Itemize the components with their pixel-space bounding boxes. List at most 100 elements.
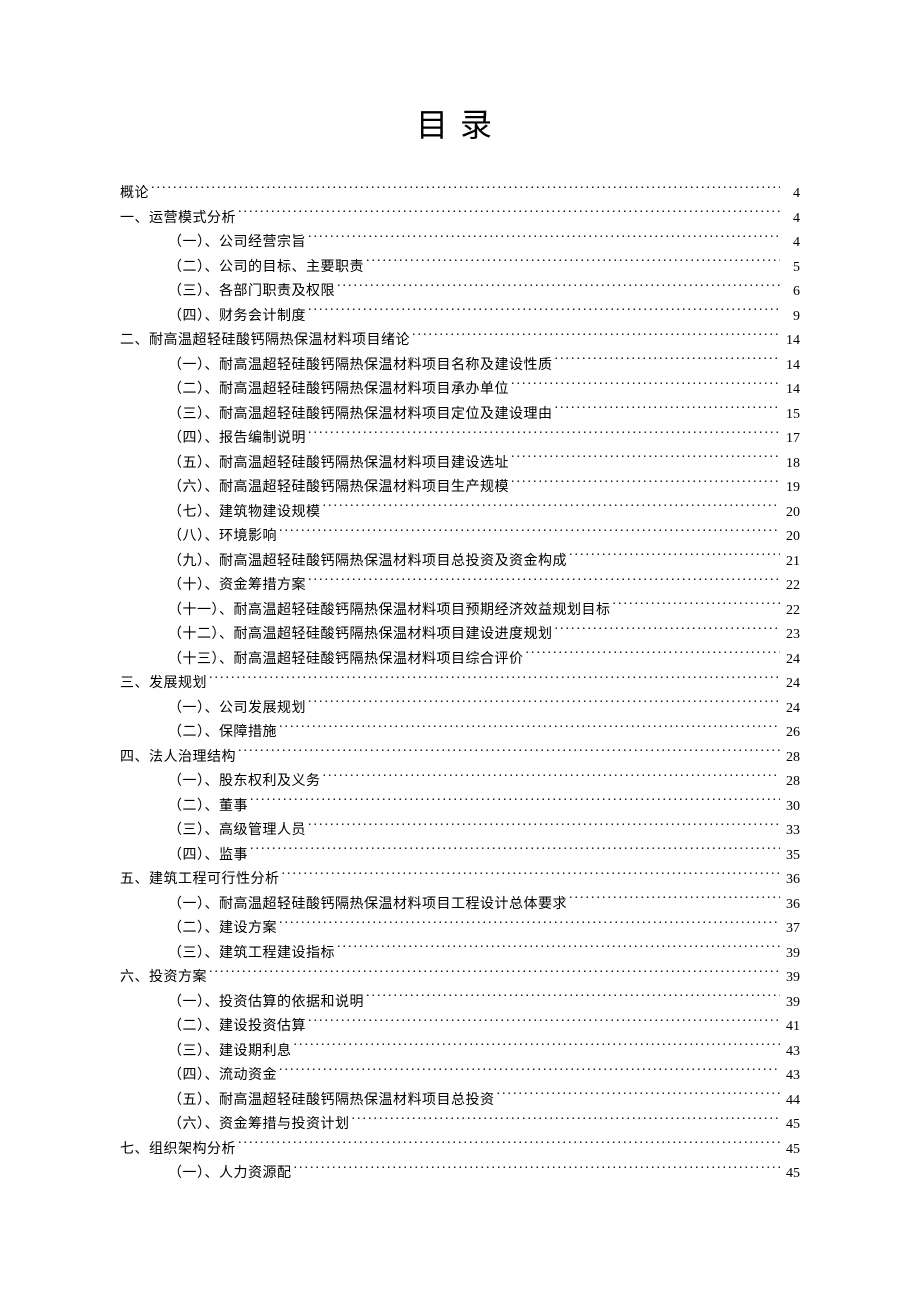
toc-entry-page: 5 — [780, 256, 800, 281]
toc-entry-page: 14 — [780, 378, 800, 403]
toc-entry-label: （四）、报告编制说明 — [168, 427, 306, 452]
toc-entry-label: （一）、耐高温超轻硅酸钙隔热保温材料项目名称及建设性质 — [168, 354, 553, 379]
toc-entry: （七）、建筑物建设规模20 — [120, 501, 800, 526]
toc-entry-label: （十）、资金筹措方案 — [168, 574, 306, 599]
toc-leader-dots — [321, 502, 781, 516]
toc-entry-page: 39 — [780, 991, 800, 1016]
toc-entry-page: 4 — [780, 207, 800, 232]
toc-entry-page: 14 — [780, 329, 800, 354]
toc-entry-label: （二）、建设方案 — [168, 917, 277, 942]
toc-entry-page: 36 — [780, 893, 800, 918]
toc-entry-label: （三）、建设期利息 — [168, 1040, 292, 1065]
toc-leader-dots — [410, 330, 780, 344]
toc-entry-label: （二）、公司的目标、主要职责 — [168, 256, 364, 281]
toc-entry: （三）、高级管理人员 33 — [120, 819, 800, 844]
toc-entry-page: 39 — [780, 942, 800, 967]
toc-entry-label: （五）、耐高温超轻硅酸钙隔热保温材料项目总投资 — [168, 1089, 495, 1114]
toc-entry: （二）、建设方案37 — [120, 917, 800, 942]
toc-entry-page: 22 — [780, 599, 800, 624]
toc-entry-label: （一）、耐高温超轻硅酸钙隔热保温材料项目工程设计总体要求 — [168, 893, 567, 918]
toc-entry-page: 20 — [780, 525, 800, 550]
toc-entry-page: 4 — [780, 182, 800, 207]
toc-leader-dots — [277, 918, 780, 932]
toc-entry-page: 20 — [780, 501, 800, 526]
toc-entry-label: （二）、董事 — [168, 795, 248, 820]
toc-entry-label: 五、建筑工程可行性分析 — [120, 868, 280, 893]
toc-leader-dots — [350, 1114, 781, 1128]
toc-entry: （一）、耐高温超轻硅酸钙隔热保温材料项目名称及建设性质 14 — [120, 354, 800, 379]
toc-entry-label: （三）、耐高温超轻硅酸钙隔热保温材料项目定位及建设理由 — [168, 403, 553, 428]
toc-entry-page: 43 — [780, 1064, 800, 1089]
toc-entry-label: （一）、公司发展规划 — [168, 697, 306, 722]
toc-leader-dots — [306, 698, 780, 712]
toc-entry-page: 9 — [780, 305, 800, 330]
toc-title: 目录 — [120, 100, 800, 146]
toc-entry: （一）、投资估算的依据和说明 39 — [120, 991, 800, 1016]
toc-entry-label: （九）、耐高温超轻硅酸钙隔热保温材料项目总投资及资金构成 — [168, 550, 567, 575]
toc-entry: （十一）、耐高温超轻硅酸钙隔热保温材料项目预期经济效益规划目标 22 — [120, 599, 800, 624]
toc-entry-label: （六）、资金筹措与投资计划 — [168, 1113, 350, 1138]
toc-entry-page: 14 — [780, 354, 800, 379]
toc-entry-page: 6 — [780, 280, 800, 305]
toc-entry: （二）、耐高温超轻硅酸钙隔热保温材料项目承办单位 14 — [120, 378, 800, 403]
toc-entry: （一）、公司发展规划 24 — [120, 697, 800, 722]
toc-entry: （三）、建设期利息 43 — [120, 1040, 800, 1065]
toc-leader-dots — [553, 404, 781, 418]
toc-entry-label: 三、发展规划 — [120, 672, 207, 697]
toc-leader-dots — [364, 992, 780, 1006]
toc-leader-dots — [306, 232, 780, 246]
table-of-contents: 概论4一、运营模式分析4（一）、公司经营宗旨 4 （二）、公司的目标、主要职责 5 （三… — [120, 182, 800, 1187]
toc-leader-dots — [236, 208, 780, 222]
toc-leader-dots — [321, 771, 781, 785]
toc-leader-dots — [306, 428, 780, 442]
toc-leader-dots — [306, 1016, 780, 1030]
toc-entry-page: 45 — [780, 1138, 800, 1163]
toc-entry-page: 41 — [780, 1015, 800, 1040]
toc-entry-page: 17 — [780, 427, 800, 452]
toc-entry-page: 23 — [780, 623, 800, 648]
toc-entry-page: 36 — [780, 868, 800, 893]
toc-entry: 一、运营模式分析4 — [120, 207, 800, 232]
toc-entry-page: 24 — [780, 697, 800, 722]
toc-entry: （九）、耐高温超轻硅酸钙隔热保温材料项目总投资及资金构成 21 — [120, 550, 800, 575]
toc-leader-dots — [306, 306, 780, 320]
toc-entry: （一）、股东权利及义务28 — [120, 770, 800, 795]
toc-entry-label: 六、投资方案 — [120, 966, 207, 991]
toc-entry-label: （三）、高级管理人员 — [168, 819, 306, 844]
toc-leader-dots — [207, 673, 780, 687]
toc-leader-dots — [306, 820, 780, 834]
toc-leader-dots — [567, 894, 780, 908]
toc-entry-label: （二）、保障措施 — [168, 721, 277, 746]
toc-entry-page: 43 — [780, 1040, 800, 1065]
toc-leader-dots — [553, 624, 781, 638]
toc-entry-label: （四）、流动资金 — [168, 1064, 277, 1089]
toc-entry-page: 26 — [780, 721, 800, 746]
toc-entry: （一）、人力资源配45 — [120, 1162, 800, 1187]
toc-entry-label: （一）、公司经营宗旨 — [168, 231, 306, 256]
toc-leader-dots — [567, 551, 780, 565]
toc-entry: （十二）、耐高温超轻硅酸钙隔热保温材料项目建设进度规划23 — [120, 623, 800, 648]
toc-entry: 概论4 — [120, 182, 800, 207]
toc-entry-label: （四）、财务会计制度 — [168, 305, 306, 330]
toc-entry-label: （八）、环境影响 — [168, 525, 277, 550]
toc-entry: 五、建筑工程可行性分析 36 — [120, 868, 800, 893]
toc-entry-label: （五）、耐高温超轻硅酸钙隔热保温材料项目建设选址 — [168, 452, 509, 477]
toc-entry-page: 30 — [780, 795, 800, 820]
toc-leader-dots — [277, 526, 780, 540]
toc-entry-page: 33 — [780, 819, 800, 844]
toc-entry-label: 七、组织架构分析 — [120, 1138, 236, 1163]
toc-entry-page: 45 — [780, 1113, 800, 1138]
toc-entry-label: （二）、建设投资估算 — [168, 1015, 306, 1040]
toc-entry: （四）、流动资金 43 — [120, 1064, 800, 1089]
toc-entry-label: （十一）、耐高温超轻硅酸钙隔热保温材料项目预期经济效益规划目标 — [168, 599, 611, 624]
toc-entry-label: （一）、股东权利及义务 — [168, 770, 321, 795]
toc-leader-dots — [277, 722, 780, 736]
toc-leader-dots — [335, 943, 780, 957]
toc-entry-label: （一）、投资估算的依据和说明 — [168, 991, 364, 1016]
toc-leader-dots — [553, 355, 781, 369]
toc-entry-label: （二）、耐高温超轻硅酸钙隔热保温材料项目承办单位 — [168, 378, 509, 403]
toc-entry: （三）、建筑工程建设指标39 — [120, 942, 800, 967]
toc-entry: 七、组织架构分析 45 — [120, 1138, 800, 1163]
toc-entry-page: 39 — [780, 966, 800, 991]
toc-entry-page: 21 — [780, 550, 800, 575]
